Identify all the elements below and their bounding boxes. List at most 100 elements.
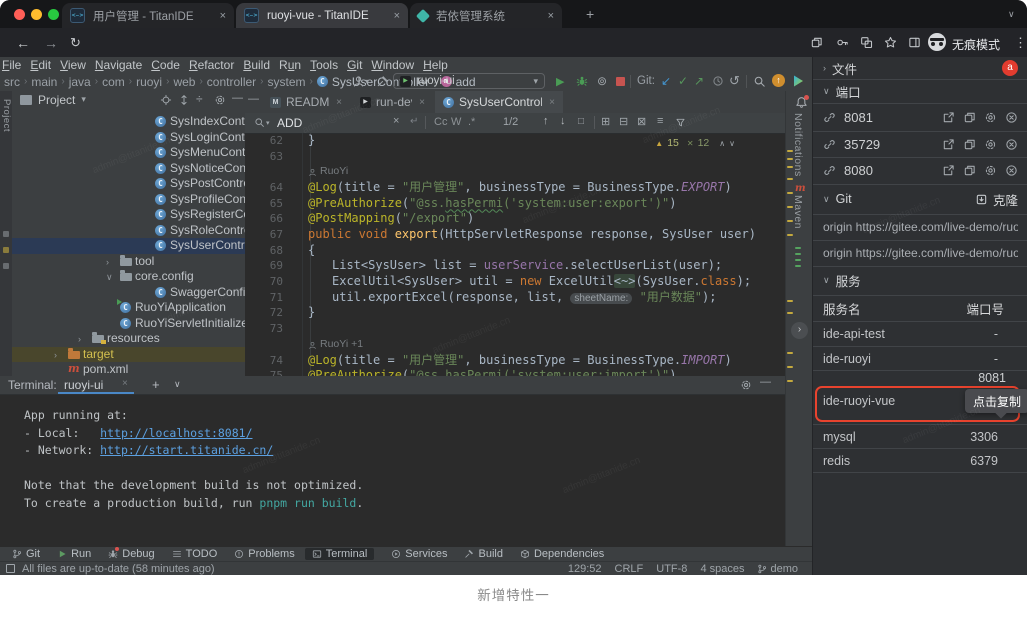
- tree-item[interactable]: ›tool: [12, 254, 245, 270]
- tree-item[interactable]: CRuoYiServletInitializer: [12, 316, 245, 332]
- tree-item[interactable]: CSysUserController: [12, 238, 245, 254]
- find-remove-occurrence-icon[interactable]: ⊟: [619, 115, 628, 128]
- find-newline-icon[interactable]: ↵: [410, 116, 418, 127]
- run-button[interactable]: ▶: [556, 75, 564, 88]
- user-icon[interactable]: [352, 75, 365, 88]
- terminal-tab-close-icon[interactable]: ×: [122, 378, 128, 389]
- prev-problem-icon[interactable]: ∧: [719, 139, 725, 148]
- breadcrumb-item[interactable]: system: [268, 75, 306, 89]
- update-available-icon[interactable]: ↑: [772, 74, 785, 87]
- close-port-icon[interactable]: [1005, 164, 1018, 177]
- tree-item-label[interactable]: SysProfileController: [170, 192, 246, 208]
- project-panel-title[interactable]: Project: [38, 93, 75, 107]
- status-right-item[interactable]: UTF-8: [656, 563, 687, 575]
- menu-item-code[interactable]: Code: [151, 58, 180, 72]
- hide-project-icon[interactable]: —: [248, 93, 259, 105]
- git-update-icon[interactable]: ↙: [661, 74, 671, 88]
- toolwindow-button-terminal[interactable]: Terminal: [305, 548, 375, 560]
- find-select-all-icon[interactable]: ⊠: [637, 115, 646, 128]
- locate-icon[interactable]: [160, 94, 172, 106]
- panel-collapse-button[interactable]: ›: [791, 322, 808, 339]
- hide-panel-icon[interactable]: —: [232, 92, 243, 104]
- bookmark-star-icon[interactable]: [884, 36, 897, 49]
- breadcrumb-item[interactable]: java: [69, 75, 91, 89]
- toolwindow-button-dependencies[interactable]: Dependencies: [520, 548, 604, 560]
- search-everywhere-icon[interactable]: [753, 75, 766, 88]
- breadcrumb-item[interactable]: src: [4, 75, 20, 89]
- new-terminal-icon[interactable]: +: [152, 377, 160, 392]
- editor-tab-close-icon[interactable]: ×: [336, 97, 342, 108]
- debug-button[interactable]: [576, 75, 588, 87]
- open-in-browser-icon[interactable]: [942, 111, 955, 124]
- editor-tab[interactable]: CSysUserController.java×: [435, 91, 563, 113]
- tree-item-label[interactable]: pom.xml: [83, 362, 128, 376]
- tree-item-label[interactable]: SysNoticeController: [170, 161, 246, 177]
- browser-menu-icon[interactable]: ⋮: [1014, 35, 1027, 51]
- tab-close-icon[interactable]: ×: [220, 10, 226, 22]
- tree-chevron-icon[interactable]: ∨: [106, 270, 113, 286]
- inspection-widget[interactable]: ▲15✕12∧∨: [655, 137, 735, 149]
- tree-item-label[interactable]: SysIndexController: [170, 114, 246, 130]
- menu-item-view[interactable]: View: [60, 58, 86, 72]
- back-icon[interactable]: ←: [16, 35, 30, 51]
- collapse-all-icon[interactable]: ÷: [196, 92, 203, 106]
- run-config-caret-icon[interactable]: ▾: [533, 76, 538, 87]
- tree-item[interactable]: CSysProfileController: [12, 192, 245, 208]
- find-add-occurrence-icon[interactable]: ⊞: [601, 115, 610, 128]
- tree-item-label[interactable]: SysRoleController: [170, 223, 246, 239]
- section-chevron-icon[interactable]: ∨: [823, 275, 830, 286]
- copy-port-icon[interactable]: [963, 111, 976, 124]
- port-settings-icon[interactable]: [984, 111, 997, 124]
- terminal-tab[interactable]: ruoyi-ui: [64, 378, 103, 392]
- terminal-link[interactable]: http://localhost:8081/: [100, 426, 252, 440]
- tree-chevron-icon[interactable]: ›: [78, 332, 81, 348]
- tree-item[interactable]: CSysNoticeController: [12, 161, 245, 177]
- breadcrumb-item[interactable]: com: [102, 75, 125, 89]
- forward-icon[interactable]: →: [44, 35, 58, 51]
- tool-strip-project-label[interactable]: Project: [1, 99, 12, 132]
- tree-item-label[interactable]: resources: [107, 331, 160, 347]
- run-config-selector[interactable]: ▶ruoyi-ui▾: [393, 73, 545, 89]
- tab-close-icon[interactable]: ×: [548, 10, 554, 22]
- browser-tab[interactable]: 若依管理系统×: [410, 3, 562, 28]
- panel-settings-icon[interactable]: [214, 94, 226, 106]
- side-panel-icon[interactable]: [908, 36, 921, 49]
- editor-tab-close-icon[interactable]: ×: [549, 97, 555, 108]
- tab-strip-chevron-icon[interactable]: ∨: [1008, 9, 1015, 20]
- copy-port-icon[interactable]: [963, 164, 976, 177]
- avatar-badge[interactable]: a: [1002, 60, 1018, 76]
- menu-item-tools[interactable]: Tools: [310, 58, 338, 72]
- menu-item-window[interactable]: Window: [371, 58, 414, 72]
- find-toggle-0[interactable]: Cc: [434, 116, 447, 128]
- titan-run-icon[interactable]: [791, 74, 805, 88]
- toolwindow-button-git[interactable]: Git: [12, 548, 40, 560]
- code-viewport[interactable]: 62}63RuoYi64@Log(title = "用户管理", busines…: [245, 133, 785, 376]
- minimize-traffic-light[interactable]: [31, 9, 42, 20]
- terminal-dropdown-icon[interactable]: ∨: [174, 379, 181, 390]
- browser-tab[interactable]: <̵>用户管理 - TitanIDE×: [62, 3, 234, 28]
- open-in-browser-icon[interactable]: [942, 138, 955, 151]
- tree-chevron-icon[interactable]: ›: [106, 255, 109, 271]
- menu-item-file[interactable]: File: [2, 58, 21, 72]
- tree-item[interactable]: ∨core.config: [12, 269, 245, 285]
- git-commit-icon[interactable]: ✓: [678, 74, 688, 88]
- section-services[interactable]: ∨服务: [813, 266, 1027, 295]
- port-settings-icon[interactable]: [984, 164, 997, 177]
- menu-item-navigate[interactable]: Navigate: [95, 58, 142, 72]
- close-port-icon[interactable]: [1005, 111, 1018, 124]
- menu-item-help[interactable]: Help: [423, 58, 448, 72]
- terminal-settings-icon[interactable]: [740, 379, 752, 391]
- toolwindow-button-run[interactable]: Run: [57, 548, 91, 560]
- translate-icon[interactable]: [860, 36, 873, 49]
- notifications-strip-label[interactable]: Notifications: [792, 113, 804, 177]
- service-name[interactable]: ide-ruoyi-vue: [823, 394, 895, 408]
- breadcrumb-item[interactable]: controller: [207, 75, 256, 89]
- tree-item-label[interactable]: target: [83, 347, 114, 363]
- key-icon[interactable]: [836, 36, 849, 49]
- breadcrumb-item[interactable]: ruoyi: [136, 75, 162, 89]
- rollback-icon[interactable]: ↺: [729, 73, 740, 89]
- status-right-item[interactable]: demo: [757, 563, 798, 575]
- find-toggle-2[interactable]: .*: [468, 116, 475, 128]
- stop-button[interactable]: [616, 77, 625, 86]
- tree-item[interactable]: CSysRegisterController: [12, 207, 245, 223]
